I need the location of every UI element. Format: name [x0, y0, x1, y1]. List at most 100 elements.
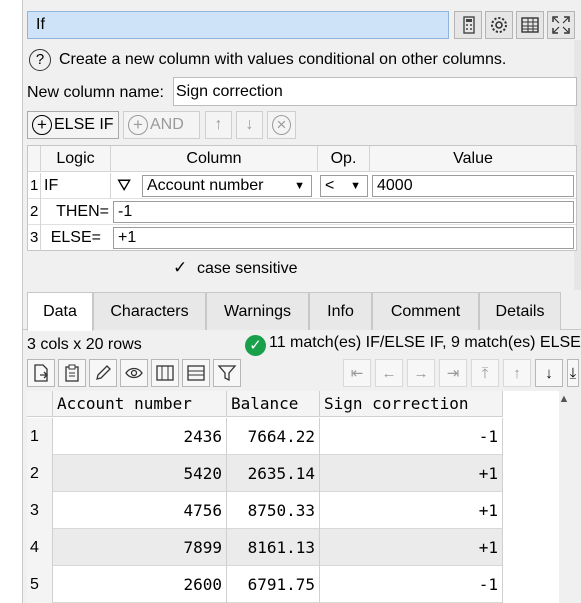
and-label: AND — [150, 116, 184, 133]
sign-cell: +1 — [320, 455, 503, 492]
filter-icon — [217, 365, 237, 382]
columns-icon — [156, 365, 174, 381]
tab-details[interactable]: Details — [479, 292, 561, 330]
close-circle-icon: × — [272, 115, 291, 135]
row-number: 5 — [27, 566, 53, 603]
last-column-button[interactable]: ⇥ — [439, 359, 467, 387]
row-number: 3 — [27, 492, 53, 529]
table-row: 4 7899 8161.13 +1 — [27, 529, 503, 566]
edit-button[interactable] — [89, 359, 117, 387]
case-sensitive-checkbox[interactable]: ✓ case sensitive — [173, 258, 298, 278]
previous-row-button[interactable]: ↑ — [503, 359, 531, 387]
account-cell: 2600 — [53, 566, 227, 603]
grid-header-account[interactable]: Account number — [53, 391, 227, 417]
tab-warnings[interactable]: Warnings — [206, 292, 309, 330]
value-header: Value — [370, 146, 576, 172]
pencil-icon — [96, 365, 111, 380]
copy-button[interactable] — [58, 359, 86, 387]
expand-icon — [552, 16, 570, 34]
arrow-up-icon: ↑ — [214, 116, 223, 133]
delete-button[interactable]: × — [267, 111, 296, 139]
next-row-button[interactable]: ↓ — [535, 359, 563, 387]
account-cell: 4756 — [53, 492, 227, 529]
grid-corner — [27, 391, 53, 417]
title-bar[interactable]: If — [27, 11, 449, 39]
op-header: Op. — [318, 146, 370, 172]
settings-button[interactable] — [485, 11, 513, 39]
plus-circle-icon: + — [128, 115, 148, 135]
row-number: 1 — [27, 418, 53, 455]
scroll-up-icon[interactable]: ▲ — [554, 393, 574, 409]
tab-bar: Data Characters Warnings Info Comment De… — [23, 292, 581, 331]
arrow-left-icon: ← — [381, 364, 397, 382]
tab-info[interactable]: Info — [309, 292, 372, 330]
tab-data[interactable]: Data — [27, 292, 93, 331]
else-if-button[interactable]: + ELSE IF — [27, 111, 119, 139]
export-button[interactable] — [27, 359, 55, 387]
chevron-down-icon: ▼ — [294, 180, 305, 192]
columns-button[interactable] — [151, 359, 179, 387]
logic-cell: ELSE= — [50, 229, 101, 246]
arrow-up-icon: ↑ — [513, 364, 521, 382]
filter-button[interactable] — [213, 359, 241, 387]
move-down-button[interactable]: ↓ — [236, 111, 263, 139]
table-row: 1 2436 7664.22 -1 — [27, 418, 503, 455]
row-number: 3 — [28, 225, 41, 251]
grid-header-balance[interactable]: Balance — [227, 391, 320, 417]
table-view-button[interactable] — [516, 11, 544, 39]
logic-table-corner — [28, 146, 41, 172]
then-value-input[interactable]: -1 — [113, 201, 574, 223]
logic-row: 3 ELSE= +1 — [28, 225, 576, 251]
last-icon: ⇥ — [446, 365, 460, 382]
next-column-button[interactable]: → — [407, 359, 435, 387]
transform-type-button[interactable] — [454, 11, 482, 39]
filter-icon[interactable]: ⛛ — [114, 173, 140, 199]
last-row-button[interactable]: ⤓ — [567, 359, 579, 387]
first-icon: ⇤ — [350, 365, 364, 382]
previous-column-button[interactable]: ← — [375, 359, 403, 387]
column-select-value: Account number — [147, 177, 264, 194]
op-select-value: < — [325, 177, 335, 194]
logic-cell: IF — [41, 173, 111, 199]
data-grid: Account number Balance Sign correction 1… — [27, 391, 559, 603]
eye-icon — [125, 367, 143, 379]
value-input[interactable]: 4000 — [372, 175, 574, 197]
and-button[interactable]: + AND — [123, 111, 200, 139]
calculator-icon — [463, 16, 475, 34]
clipboard-icon — [65, 364, 79, 382]
balance-cell: 8161.13 — [227, 529, 320, 566]
maximize-button[interactable] — [547, 11, 575, 39]
balance-cell: 8750.33 — [227, 492, 320, 529]
bottom-icon: ⤓ — [569, 364, 577, 382]
sign-cell: -1 — [320, 566, 503, 603]
top-icon: ⤒ — [481, 364, 489, 382]
table-row: 2 5420 2635.14 +1 — [27, 455, 503, 492]
else-value-input[interactable]: +1 — [113, 227, 574, 249]
export-file-icon — [34, 364, 48, 382]
if-transform-panel: If ? Create a new column with values con… — [22, 0, 581, 603]
data-toolbar: ⇤ ← → ⇥ ⤒ ↑ ↓ ⤓ — [27, 359, 579, 387]
check-circle-icon: ✓ — [245, 335, 266, 356]
move-up-button[interactable]: ↑ — [205, 111, 232, 139]
row-number: 2 — [28, 199, 41, 225]
first-column-button[interactable]: ⇤ — [343, 359, 371, 387]
checkmark-icon: ✓ — [173, 258, 188, 277]
tab-characters[interactable]: Characters — [93, 292, 206, 330]
new-column-input[interactable]: Sign correction — [173, 77, 577, 106]
logic-row: 1 IF ⛛ Account number ▼ < ▼ 4000 — [28, 173, 576, 199]
grid-header-sign[interactable]: Sign correction — [320, 391, 503, 417]
chevron-down-icon: ▼ — [350, 180, 361, 192]
help-row: ? Create a new column with values condit… — [27, 48, 575, 74]
rows-button[interactable] — [182, 359, 210, 387]
column-select[interactable]: Account number ▼ — [142, 175, 312, 197]
op-select[interactable]: < ▼ — [320, 175, 368, 197]
tab-comment[interactable]: Comment — [372, 292, 479, 330]
arrow-down-icon: ↓ — [545, 364, 553, 382]
column-header: Column — [111, 146, 318, 172]
view-button[interactable] — [120, 359, 148, 387]
grid-scrollbar[interactable] — [574, 391, 581, 603]
first-row-button[interactable]: ⤒ — [471, 359, 499, 387]
help-icon[interactable]: ? — [29, 49, 51, 71]
gear-icon — [491, 17, 507, 33]
plus-circle-icon: + — [32, 115, 52, 135]
